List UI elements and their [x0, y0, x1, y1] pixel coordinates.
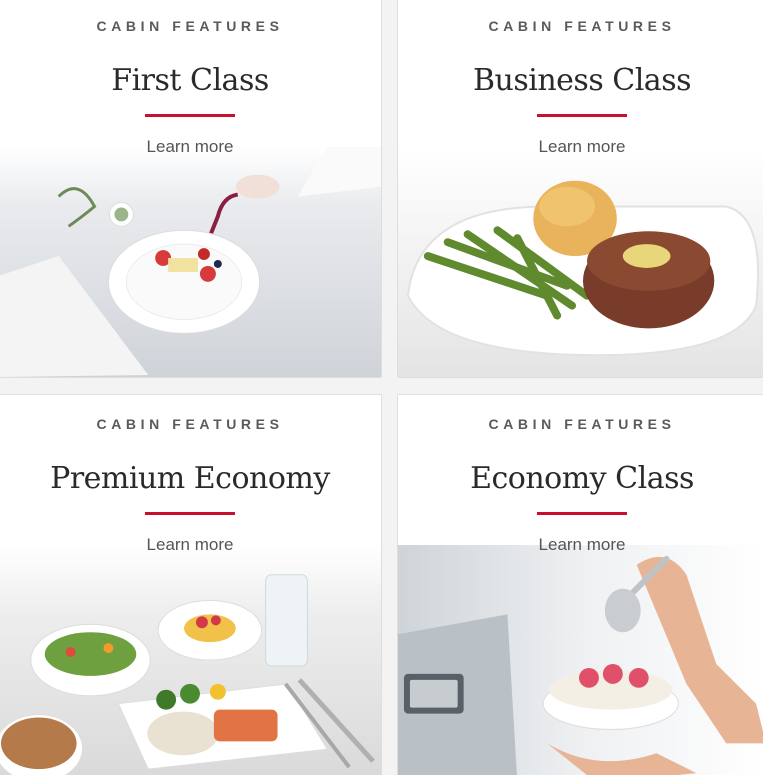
cabin-card-premium-economy[interactable]: CABIN FEATURES Premium Economy Learn mor… — [0, 394, 382, 775]
title-underline — [537, 512, 627, 515]
first-class-dessert-photo — [0, 147, 381, 377]
economy-class-dessert-photo — [398, 545, 763, 775]
title-underline — [145, 114, 235, 117]
card-eyebrow: CABIN FEATURES — [488, 416, 676, 432]
card-title: First Class — [111, 63, 269, 98]
premium-economy-meal-photo — [0, 545, 381, 775]
title-underline — [145, 512, 235, 515]
card-eyebrow: CABIN FEATURES — [96, 18, 284, 34]
card-eyebrow: CABIN FEATURES — [96, 416, 284, 432]
card-title: Premium Economy — [50, 461, 330, 496]
card-title: Business Class — [473, 63, 692, 98]
card-eyebrow: CABIN FEATURES — [488, 18, 676, 34]
learn-more-link[interactable]: Learn more — [0, 535, 381, 555]
card-title: Economy Class — [470, 461, 694, 496]
cabin-card-first-class[interactable]: CABIN FEATURES First Class Learn more — [0, 0, 382, 378]
learn-more-link[interactable]: Learn more — [0, 137, 381, 157]
cabin-card-business-class[interactable]: CABIN FEATURES Business Class Learn more — [397, 0, 763, 378]
cabin-card-economy-class[interactable]: CABIN FEATURES Economy Class Learn more — [397, 394, 763, 775]
business-class-steak-photo — [398, 147, 763, 377]
title-underline — [537, 114, 627, 117]
learn-more-link[interactable]: Learn more — [398, 137, 763, 157]
learn-more-link[interactable]: Learn more — [398, 535, 763, 555]
